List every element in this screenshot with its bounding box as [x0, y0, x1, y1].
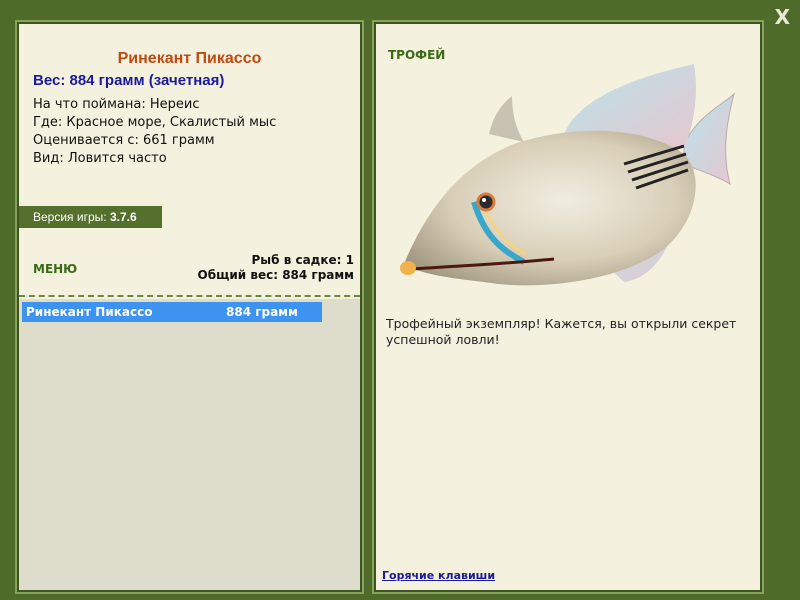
- keepnet-total-weight: Общий вес: 884 грамм: [197, 268, 354, 282]
- rated-from: Оценивается с: 661 грамм: [33, 133, 215, 148]
- version-label: Версия игры:: [33, 210, 107, 224]
- list-item-name: Ринекант Пикассо: [26, 305, 153, 319]
- close-icon[interactable]: X: [775, 5, 790, 29]
- menu-button[interactable]: МЕНЮ: [33, 262, 77, 276]
- keepnet-stats: Рыб в садке: 1 Общий вес: 884 грамм: [198, 253, 354, 283]
- version-value: 3.7.6: [109, 210, 137, 224]
- version-badge: Версия игры: 3.7.6: [19, 206, 162, 228]
- trophy-panel: ТРОФЕЙ Трофейный экземпляр! Кажется, вы …: [372, 20, 764, 594]
- catch-info-panel: Ринекант Пикассо Вес: 884 грамм (зачетна…: [15, 20, 364, 594]
- fish-weight: Вес: 884 грамм (зачетная): [33, 72, 225, 89]
- fish-illustration: [400, 64, 735, 286]
- trophy-description: Трофейный экземпляр! Кажется, вы открыли…: [386, 316, 737, 347]
- keepnet-count: Рыб в садке: 1: [251, 253, 355, 267]
- keepnet-list-item[interactable]: Ринекант Пикассо 884 грамм: [22, 302, 322, 322]
- location: Где: Красное море, Скалистый мыс: [33, 115, 277, 130]
- fish-name: Ринекант Пикассо: [117, 50, 262, 67]
- hotkeys-link[interactable]: Горячие клавиши: [382, 569, 495, 582]
- frequency: Вид: Ловится часто: [33, 151, 167, 166]
- divider: [19, 295, 360, 297]
- list-item-weight: 884 грамм: [226, 305, 298, 319]
- fish-details: На что поймана: Нереис Где: Красное море…: [33, 96, 276, 168]
- keepnet-list: Ринекант Пикассо 884 грамм: [19, 299, 360, 590]
- caught-on: На что поймана: Нереис: [33, 97, 200, 112]
